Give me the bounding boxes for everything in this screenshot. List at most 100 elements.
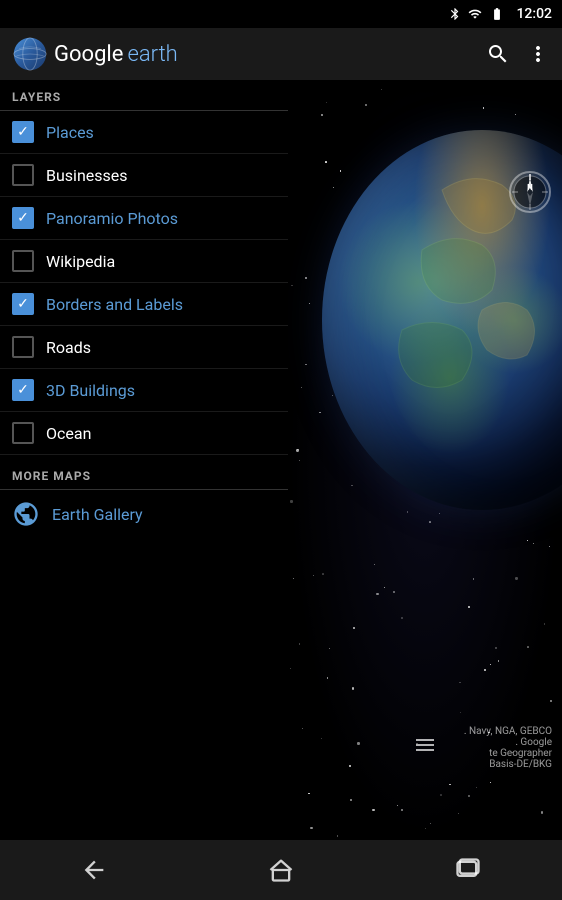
compass[interactable]: N — [508, 170, 552, 214]
star — [321, 738, 323, 740]
star — [460, 712, 462, 714]
layers-section-header: LAYERS — [0, 80, 288, 111]
star — [459, 682, 460, 683]
layer-label-panoramio: Panoramio Photos — [46, 209, 178, 228]
star — [293, 578, 294, 579]
star — [302, 728, 303, 729]
nav-bar — [0, 840, 562, 900]
star — [425, 828, 426, 829]
star — [483, 107, 485, 109]
star — [353, 627, 355, 629]
star — [301, 387, 302, 388]
star — [476, 787, 477, 788]
logo-google: Google — [54, 42, 123, 67]
copyright-text: . Navy, NGA, GEBCO . Google te Geographe… — [464, 726, 552, 770]
layer-label-buildings: 3D Buildings — [46, 381, 135, 400]
star — [310, 827, 312, 829]
star — [484, 669, 486, 671]
star — [291, 285, 292, 286]
copyright-line-2: . Google — [464, 737, 552, 748]
star — [349, 765, 350, 766]
star — [313, 575, 314, 576]
layer-item-borders[interactable]: ✓ Borders and Labels — [0, 283, 288, 326]
layers-list: ✓Places Businesses ✓ Panoramio Photos Wikipe… — [0, 111, 288, 455]
star — [495, 647, 496, 648]
star — [376, 593, 378, 595]
layer-label-ocean: Ocean — [46, 424, 91, 443]
globe-icon — [12, 500, 40, 528]
earth-gallery-label: Earth Gallery — [52, 505, 143, 524]
bluetooth-icon — [448, 7, 462, 21]
checkbox-borders[interactable]: ✓ — [12, 293, 34, 315]
back-button[interactable] — [69, 850, 119, 890]
star — [498, 660, 500, 662]
checkbox-wikipedia[interactable] — [12, 250, 34, 272]
more-maps-header: MORE MAPS — [0, 459, 288, 490]
star — [322, 573, 324, 575]
star — [439, 513, 440, 514]
checkbox-ocean[interactable] — [12, 422, 34, 444]
star — [299, 460, 300, 461]
layer-label-roads: Roads — [46, 338, 91, 357]
checkbox-buildings[interactable]: ✓ — [12, 379, 34, 401]
layer-label-businesses: Businesses — [46, 166, 128, 185]
app-header: Googleearth — [0, 28, 562, 80]
star — [401, 617, 403, 619]
wifi-icon — [468, 7, 482, 21]
star — [384, 587, 385, 588]
star — [550, 700, 552, 702]
layer-item-panoramio[interactable]: ✓ Panoramio Photos — [0, 197, 288, 240]
home-button[interactable] — [256, 850, 306, 890]
star — [372, 809, 374, 811]
layer-item-places[interactable]: ✓Places — [0, 111, 288, 154]
star — [309, 303, 310, 304]
more-options-icon[interactable] — [526, 42, 550, 66]
left-panel: LAYERS ✓Places Businesses ✓ Panoramio Photo… — [0, 80, 288, 840]
star — [319, 412, 321, 414]
layer-item-roads[interactable]: Roads — [0, 326, 288, 369]
star — [473, 578, 474, 579]
star — [440, 794, 442, 796]
search-icon[interactable] — [486, 42, 510, 66]
header-actions — [486, 42, 550, 66]
star — [490, 782, 491, 783]
star — [374, 564, 375, 565]
checkbox-panoramio[interactable]: ✓ — [12, 207, 34, 229]
earth-menu-icon[interactable] — [413, 733, 437, 762]
checkbox-roads[interactable] — [12, 336, 34, 358]
checkbox-businesses[interactable] — [12, 164, 34, 186]
star — [365, 104, 367, 106]
star — [468, 606, 470, 608]
star — [549, 546, 550, 547]
earth-gallery-item[interactable]: Earth Gallery — [0, 490, 288, 538]
recents-button[interactable] — [443, 850, 493, 890]
earth-view: N . Navy, NGA, GEBCO . Google te Geograp… — [288, 80, 562, 840]
logo-section: Googleearth — [12, 36, 178, 72]
star — [527, 540, 528, 541]
star — [397, 805, 398, 806]
google-earth-logo — [12, 36, 48, 72]
star — [350, 799, 352, 801]
star — [326, 102, 327, 103]
layer-item-wikipedia[interactable]: Wikipedia — [0, 240, 288, 283]
star — [544, 623, 546, 625]
star — [381, 89, 382, 90]
layer-item-buildings[interactable]: ✓ 3D Buildings — [0, 369, 288, 412]
star — [327, 677, 328, 678]
star — [329, 648, 330, 649]
battery-icon — [488, 7, 506, 21]
more-maps-section: MORE MAPS Earth Gallery — [0, 459, 288, 538]
copyright-line-3: te Geographer — [464, 748, 552, 759]
star — [401, 809, 402, 810]
star — [337, 835, 339, 837]
star — [290, 668, 291, 669]
checkbox-places[interactable]: ✓ — [12, 121, 34, 143]
layer-label-borders: Borders and Labels — [46, 295, 183, 314]
status-bar: 12:02 — [0, 0, 562, 28]
star — [468, 795, 470, 797]
star — [515, 114, 516, 115]
star — [541, 811, 543, 813]
layer-item-ocean[interactable]: Ocean — [0, 412, 288, 455]
layer-item-businesses[interactable]: Businesses — [0, 154, 288, 197]
star — [357, 742, 359, 744]
